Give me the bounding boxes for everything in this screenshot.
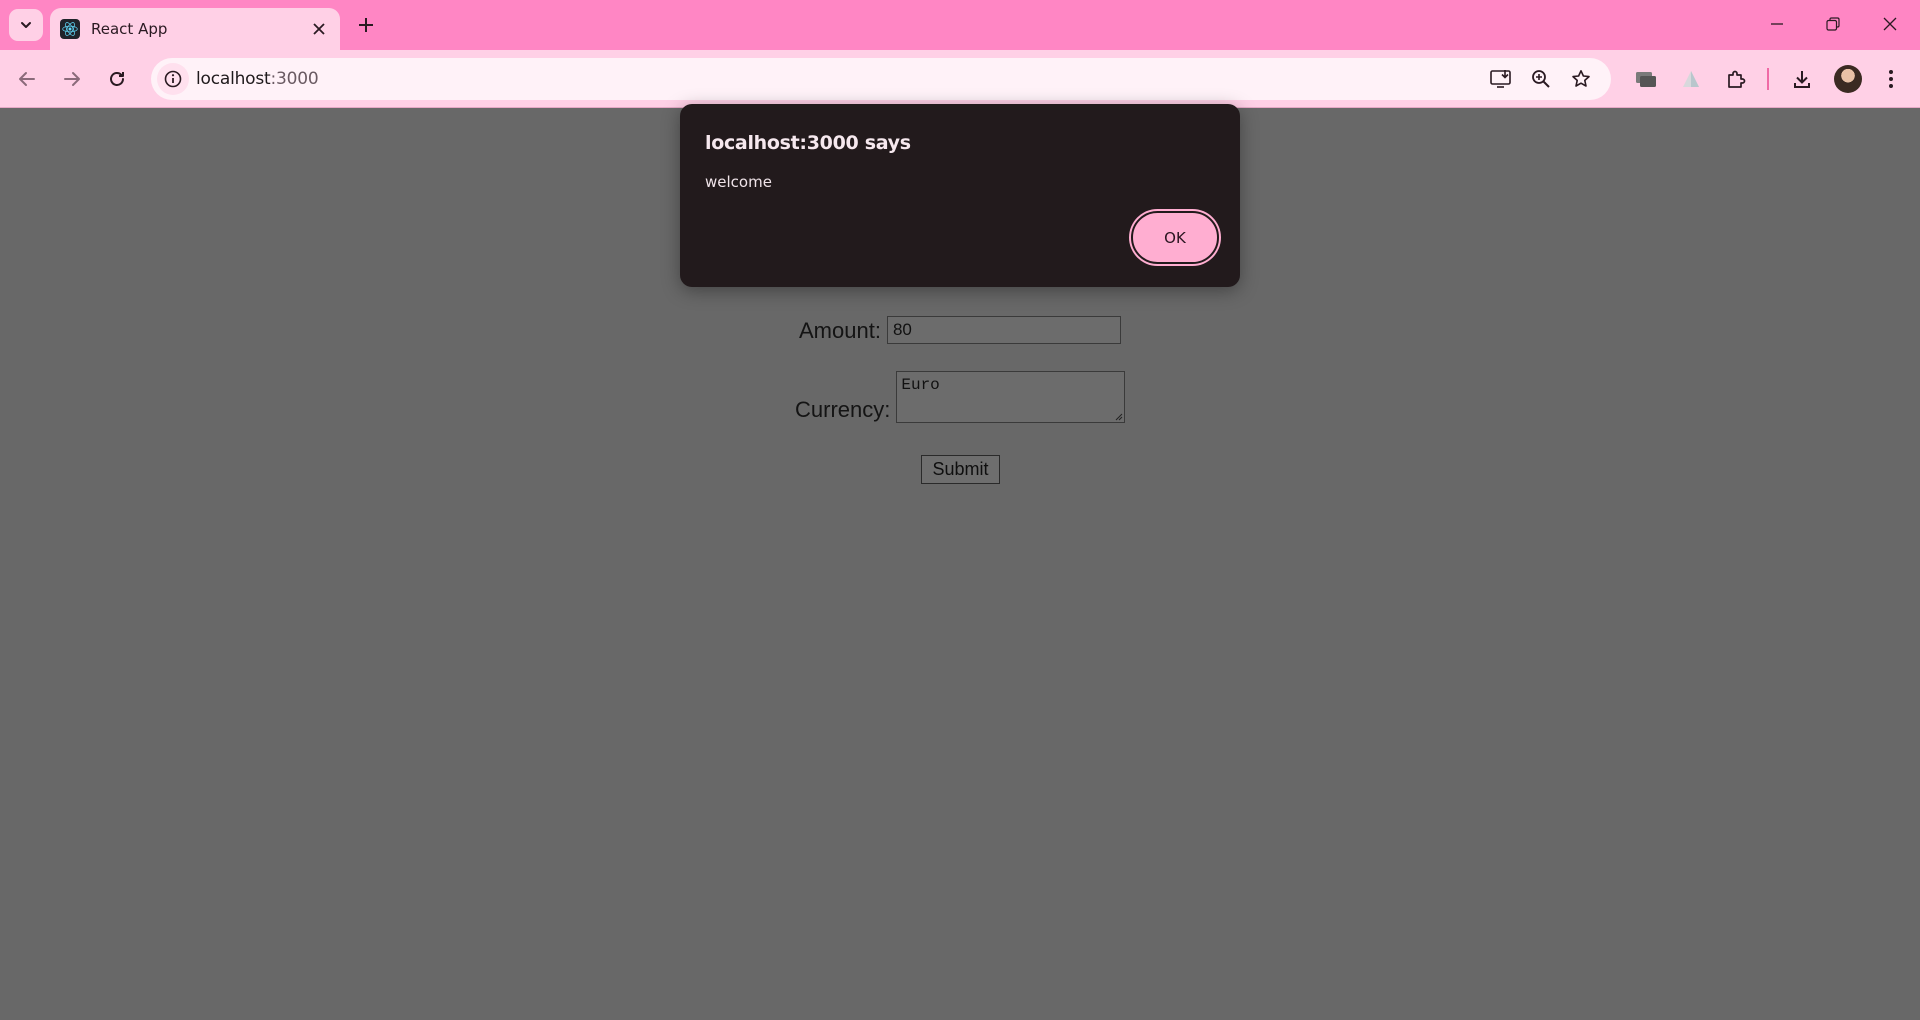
submit-button[interactable]: Submit [921,455,1000,484]
back-button[interactable] [11,63,43,95]
info-icon [164,70,182,88]
triangle-extension-icon [1683,71,1699,87]
url-text: localhost:3000 [196,69,319,89]
currency-textarea[interactable]: Euro [896,371,1126,423]
dialog-title: localhost:3000 says [705,132,911,154]
extension-button[interactable] [1675,63,1707,95]
url-host: localhost [196,69,271,89]
reload-icon [110,72,124,86]
toolbar-divider [1767,68,1769,90]
restore-icon [1826,17,1840,31]
minimize-icon [1771,23,1783,25]
extensions-menu-button[interactable] [1720,63,1752,95]
address-bar[interactable]: localhost:3000 [151,58,1611,100]
zoom-in-icon [1532,70,1550,88]
reload-button[interactable] [101,63,133,95]
arrow-left-icon [19,72,35,86]
close-icon [313,23,325,35]
tab-search-button[interactable] [9,9,43,41]
react-logo-icon [60,19,80,39]
amount-input[interactable]: 80 [886,316,1121,344]
browser-toolbar: localhost:3000 [0,50,1920,108]
site-info-button[interactable] [157,63,189,95]
amount-row: Amount: 80 [799,316,1121,344]
close-window-button[interactable] [1870,8,1910,40]
url-port: :3000 [270,69,319,89]
downloads-button[interactable] [1786,63,1818,95]
ok-button[interactable]: OK [1131,211,1219,264]
puzzle-icon [1728,70,1746,88]
plus-icon [359,18,373,32]
tab-close-button[interactable] [310,20,328,38]
dialog-message: welcome [705,173,772,191]
bookmark-button[interactable] [1567,65,1595,93]
currency-row: Currency: Euro [795,371,1126,423]
close-icon [1883,17,1897,31]
tab-title: React App [91,20,168,38]
amount-label: Amount: [799,318,881,343]
alert-dialog: localhost:3000 says welcome OK [680,104,1240,287]
currency-value: Euro [901,376,940,394]
install-app-button[interactable] [1487,65,1515,93]
resize-grip-icon[interactable] [1114,412,1123,421]
arrow-right-icon [64,72,80,86]
chevron-down-icon [21,22,31,28]
zoom-button[interactable] [1527,65,1555,93]
minimize-button[interactable] [1757,8,1797,40]
currency-label: Currency: [795,397,891,422]
new-tab-button[interactable] [353,12,379,38]
tab-groups-icon [1636,72,1656,87]
tab-groups-button[interactable] [1630,63,1662,95]
download-icon [1794,71,1810,88]
restore-button[interactable] [1813,8,1853,40]
install-icon [1490,70,1511,88]
browser-menu-button[interactable] [1875,63,1907,95]
forward-button[interactable] [56,63,88,95]
browser-tab[interactable]: React App [50,8,340,50]
tab-strip: React App [0,0,1920,50]
profile-avatar[interactable] [1834,65,1862,93]
star-icon [1572,70,1590,87]
more-vert-icon [1889,70,1893,88]
